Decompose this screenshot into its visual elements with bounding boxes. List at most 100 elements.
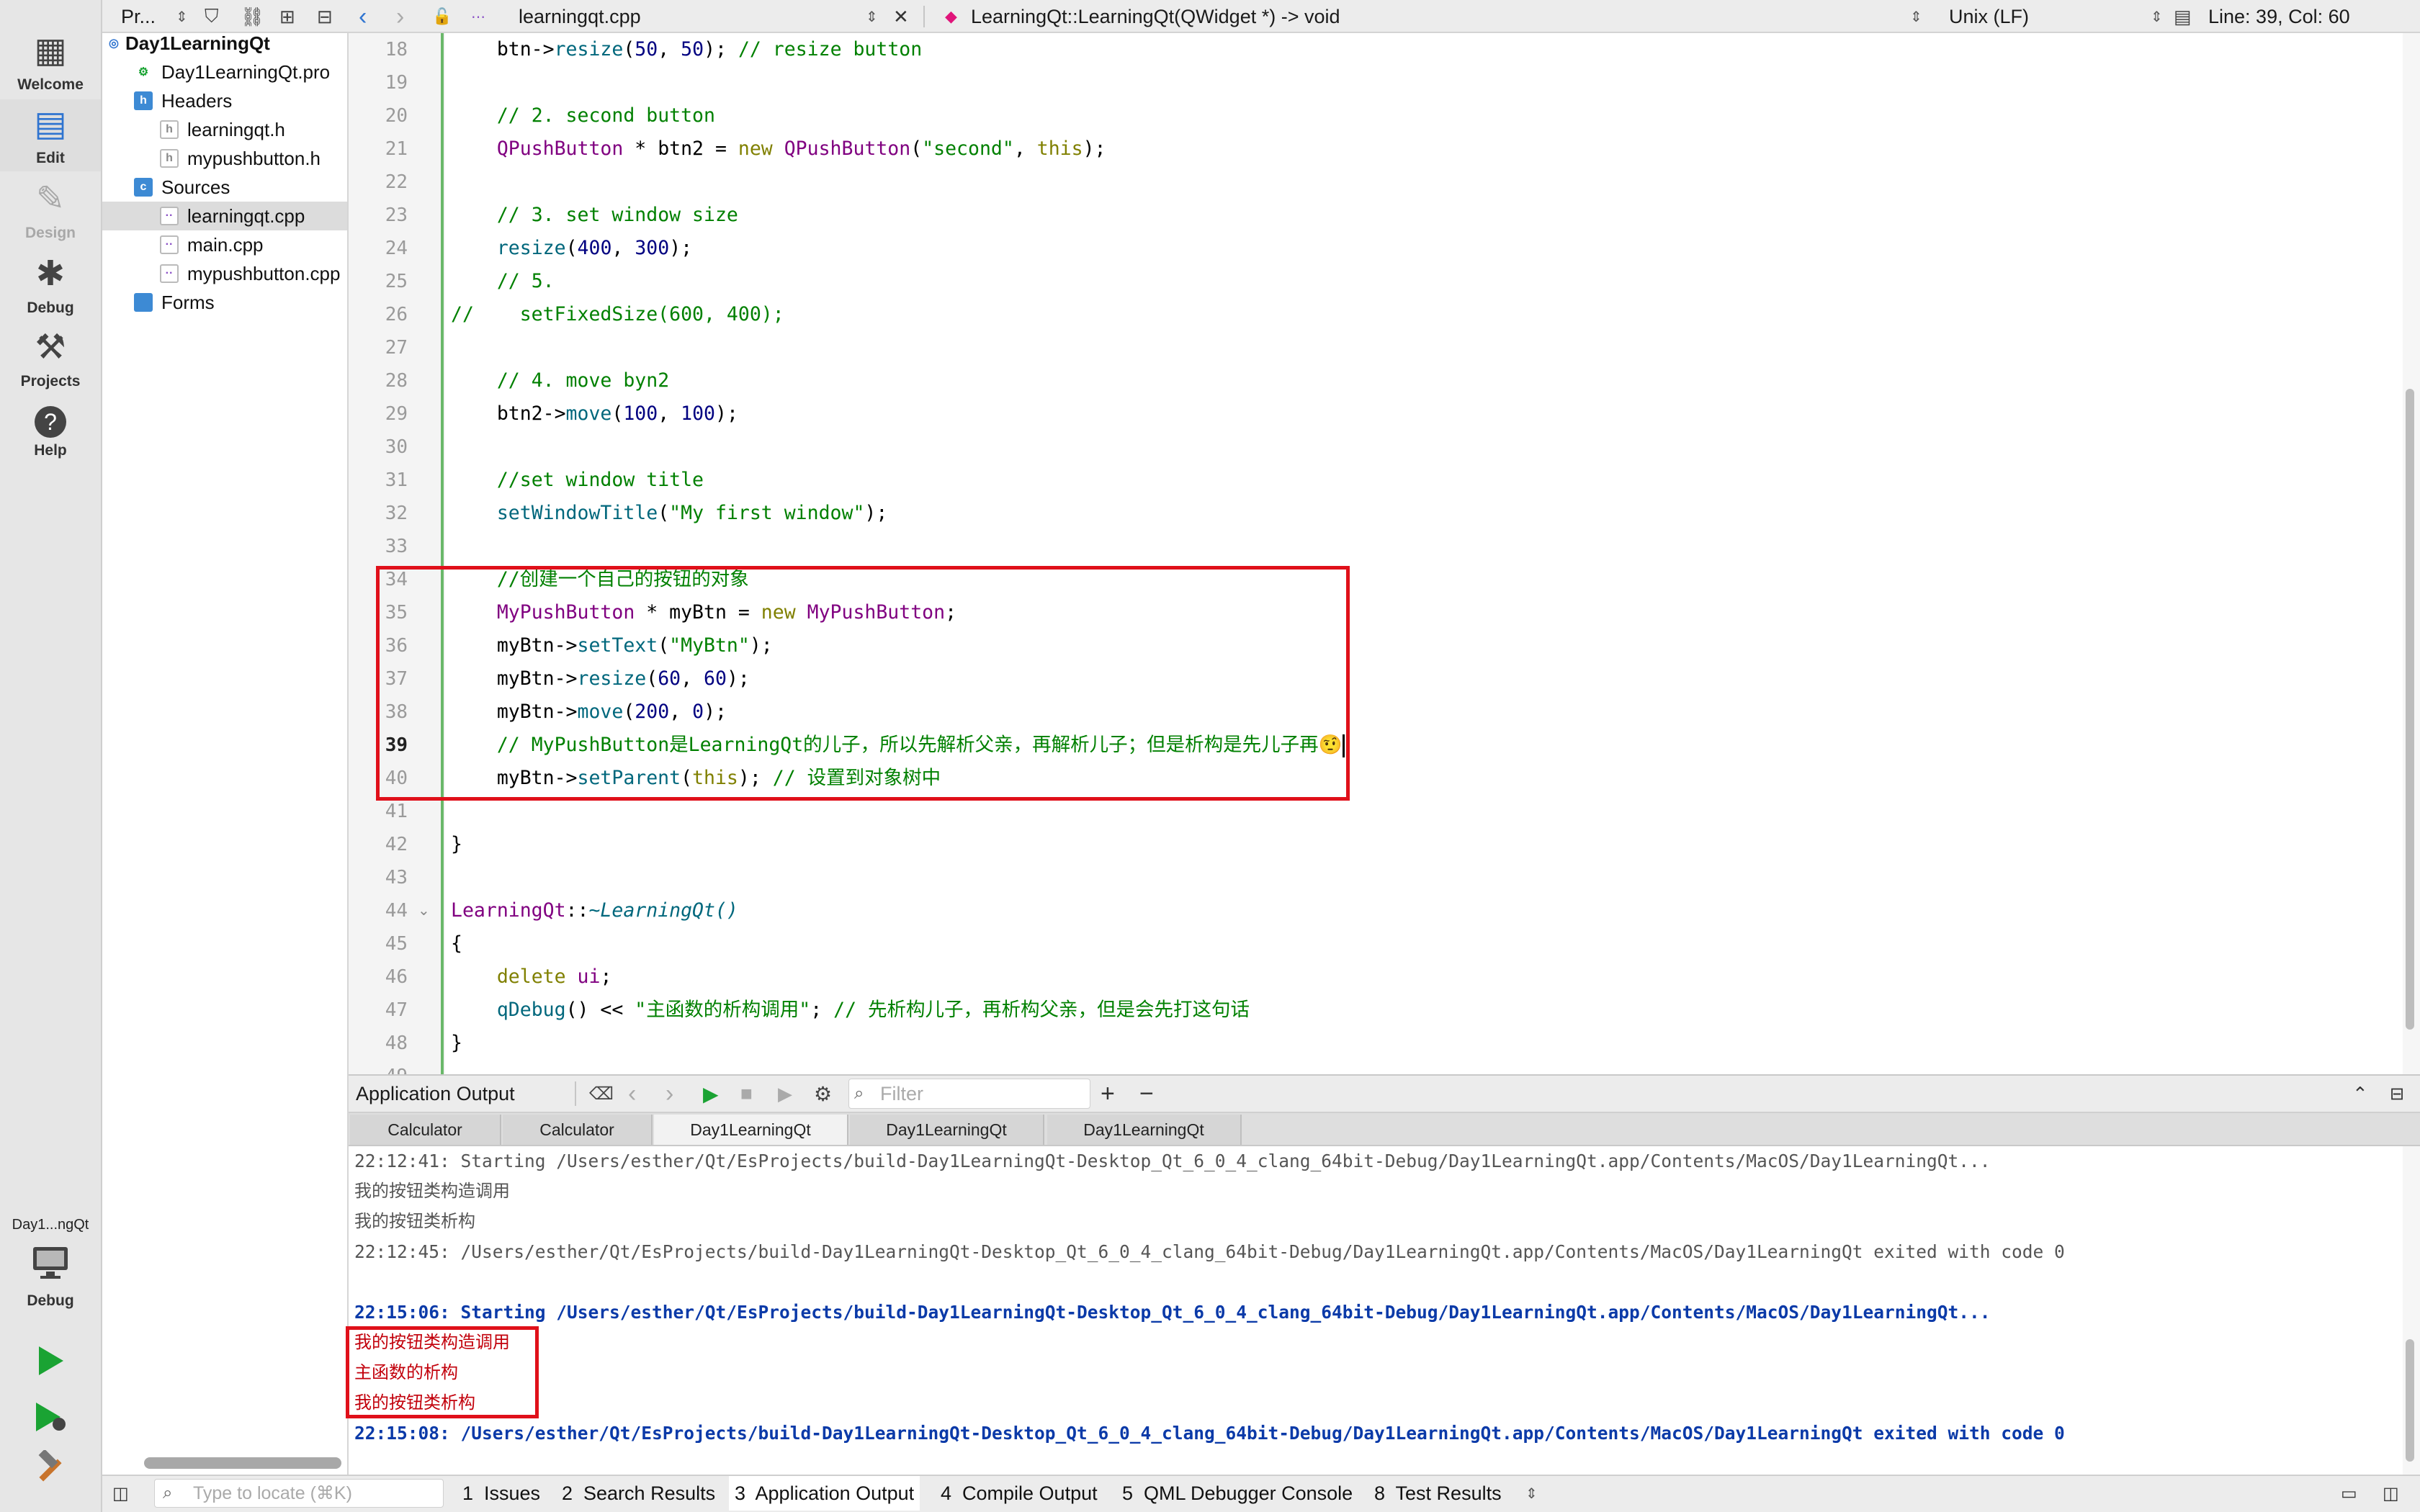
mode-welcome[interactable]: ▦ Welcome (0, 26, 101, 98)
code-line[interactable]: QPushButton * btn2 = new QPushButton("se… (451, 132, 1106, 166)
code-line[interactable]: } (451, 828, 462, 861)
tree-item[interactable]: Forms (134, 288, 215, 317)
output-tab[interactable]: Day1LearningQt (1047, 1115, 1242, 1145)
code-line[interactable]: // 5. (451, 265, 555, 298)
mode-help[interactable]: ? Help (0, 397, 101, 469)
change-marker (441, 33, 444, 1074)
code-line[interactable]: { (451, 927, 462, 960)
build-hammer-icon[interactable] (29, 1447, 72, 1488)
toggle-sidebar-icon[interactable]: ◫ (112, 1476, 129, 1511)
tree-item[interactable]: c Sources (134, 173, 230, 202)
tree-item[interactable]: h Headers (134, 86, 232, 115)
output-line: 我的按钮类析构 (354, 1212, 475, 1231)
code-line[interactable]: // 2. second button (451, 99, 715, 132)
symbol-chevron-icon[interactable]: ⇕ (1910, 0, 1922, 33)
stop-icon[interactable]: ■ (740, 1074, 753, 1113)
output-tab[interactable]: Calculator (503, 1115, 653, 1145)
tree-item[interactable]: ⚙ Day1LearningQt.pro (134, 58, 330, 86)
code-line[interactable]: // 3. set window size (451, 199, 738, 232)
mode-design[interactable]: ✎ Design (0, 174, 101, 246)
status-pane-button[interactable]: 5 QML Debugger Console (1122, 1476, 1353, 1511)
code-line[interactable]: btn2->move(100, 100); (451, 397, 738, 431)
output-tab[interactable]: Day1LearningQt (850, 1115, 1044, 1145)
tree-item-label: learningqt.cpp (187, 204, 305, 227)
kit-project-label[interactable]: Day1...ngQt (0, 1212, 101, 1237)
document-icon[interactable]: ▤ (2174, 0, 2192, 33)
fold-icon[interactable]: ⌄ (418, 901, 430, 919)
progress-toggle-icon[interactable]: ▭ (2341, 1476, 2357, 1511)
tree-item[interactable]: ·· learningqt.cpp (160, 202, 305, 230)
file-icon: h (160, 120, 179, 139)
file-icon: ⚙ (138, 66, 149, 78)
output-tab[interactable]: Day1LearningQt (654, 1115, 848, 1145)
code-line[interactable]: //set window title (451, 464, 704, 497)
line-number: 47 (385, 999, 408, 1021)
mode-label: Help (34, 442, 67, 459)
mode-label: Welcome (17, 76, 84, 93)
tree-item[interactable]: h mypushbutton.h (160, 144, 321, 173)
output-line: 22:15:06: Starting /Users/esther/Qt/EsPr… (354, 1302, 1991, 1323)
maximize-pane-icon[interactable]: ⌃ (2352, 1074, 2368, 1113)
search-icon: ⌕ (854, 1084, 864, 1103)
highlight-box (346, 1326, 539, 1418)
tree-item[interactable]: ·· main.cpp (160, 230, 264, 259)
back-icon[interactable]: ‹ (359, 0, 367, 33)
more-panes-chevron-icon[interactable]: ⇕ (1525, 1476, 1538, 1511)
toggle-right-sidebar-icon[interactable]: ◫ (2383, 1476, 2399, 1511)
symbol-selector[interactable]: LearningQt::LearningQt(QWidget *) -> voi… (971, 0, 1907, 33)
run-icon[interactable] (29, 1341, 72, 1381)
output-tab[interactable]: Calculator (350, 1115, 501, 1145)
locator-input[interactable]: Type to locate (⌘K) (193, 1476, 352, 1511)
status-pane-button[interactable]: 3 Application Output (729, 1476, 920, 1511)
next-item-icon[interactable]: › (666, 1074, 673, 1113)
code-line[interactable]: LearningQt::~LearningQt() (451, 894, 738, 927)
status-pane-button[interactable]: 4 Compile Output (941, 1476, 1098, 1511)
line-number: 22 (385, 171, 408, 193)
status-pane-button[interactable]: 8 Test Results (1374, 1476, 1502, 1511)
attach-debugger-icon[interactable]: ▶ (778, 1074, 792, 1113)
code-line[interactable]: // setFixedSize(600, 400); (451, 298, 784, 331)
editor-scroll-thumb[interactable] (2406, 389, 2414, 1030)
close-file-icon[interactable]: ✕ (893, 0, 909, 33)
tree-item[interactable]: h learningqt.h (160, 115, 285, 144)
cursor-position[interactable]: Line: 39, Col: 60 (2208, 0, 2417, 33)
close-pane-icon[interactable]: ⊟ (317, 0, 333, 33)
tree-item[interactable]: ◎ Day1LearningQt (108, 29, 270, 58)
code-editor[interactable] (445, 33, 2403, 1074)
rerun-icon[interactable]: ▶ (703, 1074, 719, 1113)
status-pane-button[interactable]: 2 Search Results (562, 1476, 715, 1511)
line-number: 19 (385, 72, 408, 94)
mode-projects[interactable]: ⚒ Projects (0, 323, 101, 395)
line-number: 26 (385, 304, 408, 325)
code-line[interactable]: } (451, 1027, 462, 1060)
prev-item-icon[interactable]: ‹ (628, 1074, 636, 1113)
open-file-name[interactable]: learningqt.cpp (519, 0, 864, 33)
split-icon[interactable]: ⊞ (279, 0, 295, 33)
output-scroll-thumb[interactable] (2406, 1339, 2414, 1462)
code-line[interactable]: delete ui; (451, 960, 612, 994)
line-ending-selector[interactable]: Unix (LF) (1949, 0, 2136, 33)
mode-debug[interactable]: ✱ Debug (0, 249, 101, 321)
line-number: 21 (385, 138, 408, 160)
monitor-icon[interactable] (27, 1241, 73, 1284)
clean-output-icon[interactable]: ⌫ (589, 1074, 614, 1113)
code-line[interactable]: qDebug() << "主函数的析构调用"; // 先析构儿子，再析构父亲，但… (451, 994, 1250, 1027)
line-ending-chevron-icon[interactable]: ⇕ (2151, 0, 2163, 33)
code-line[interactable]: resize(400, 300); (451, 232, 692, 265)
tree-horizontal-scrollbar[interactable] (144, 1457, 341, 1469)
tree-item[interactable]: ·· mypushbutton.cpp (160, 259, 340, 288)
code-line[interactable]: setWindowTitle("My first window"); (451, 497, 888, 530)
close-pane-icon[interactable]: ⊟ (2390, 1074, 2404, 1113)
tree-item-label: Headers (161, 89, 233, 112)
code-line[interactable]: btn->resize(50, 50); // resize button (451, 33, 922, 66)
mode-edit[interactable]: ▤ Edit (0, 99, 101, 171)
status-pane-button[interactable]: 1 Issues (462, 1476, 540, 1511)
zoom-out-icon[interactable]: − (1139, 1074, 1154, 1113)
filter-input[interactable]: Filter (880, 1079, 1082, 1109)
code-line[interactable]: // 4. move byn2 (451, 364, 669, 397)
file-chevron-icon[interactable]: ⇕ (866, 0, 878, 33)
settings-gear-icon[interactable]: ⚙ (814, 1074, 832, 1113)
debug-run-icon[interactable] (29, 1397, 72, 1437)
forward-icon[interactable]: › (396, 0, 404, 33)
zoom-in-icon[interactable]: + (1101, 1074, 1115, 1113)
